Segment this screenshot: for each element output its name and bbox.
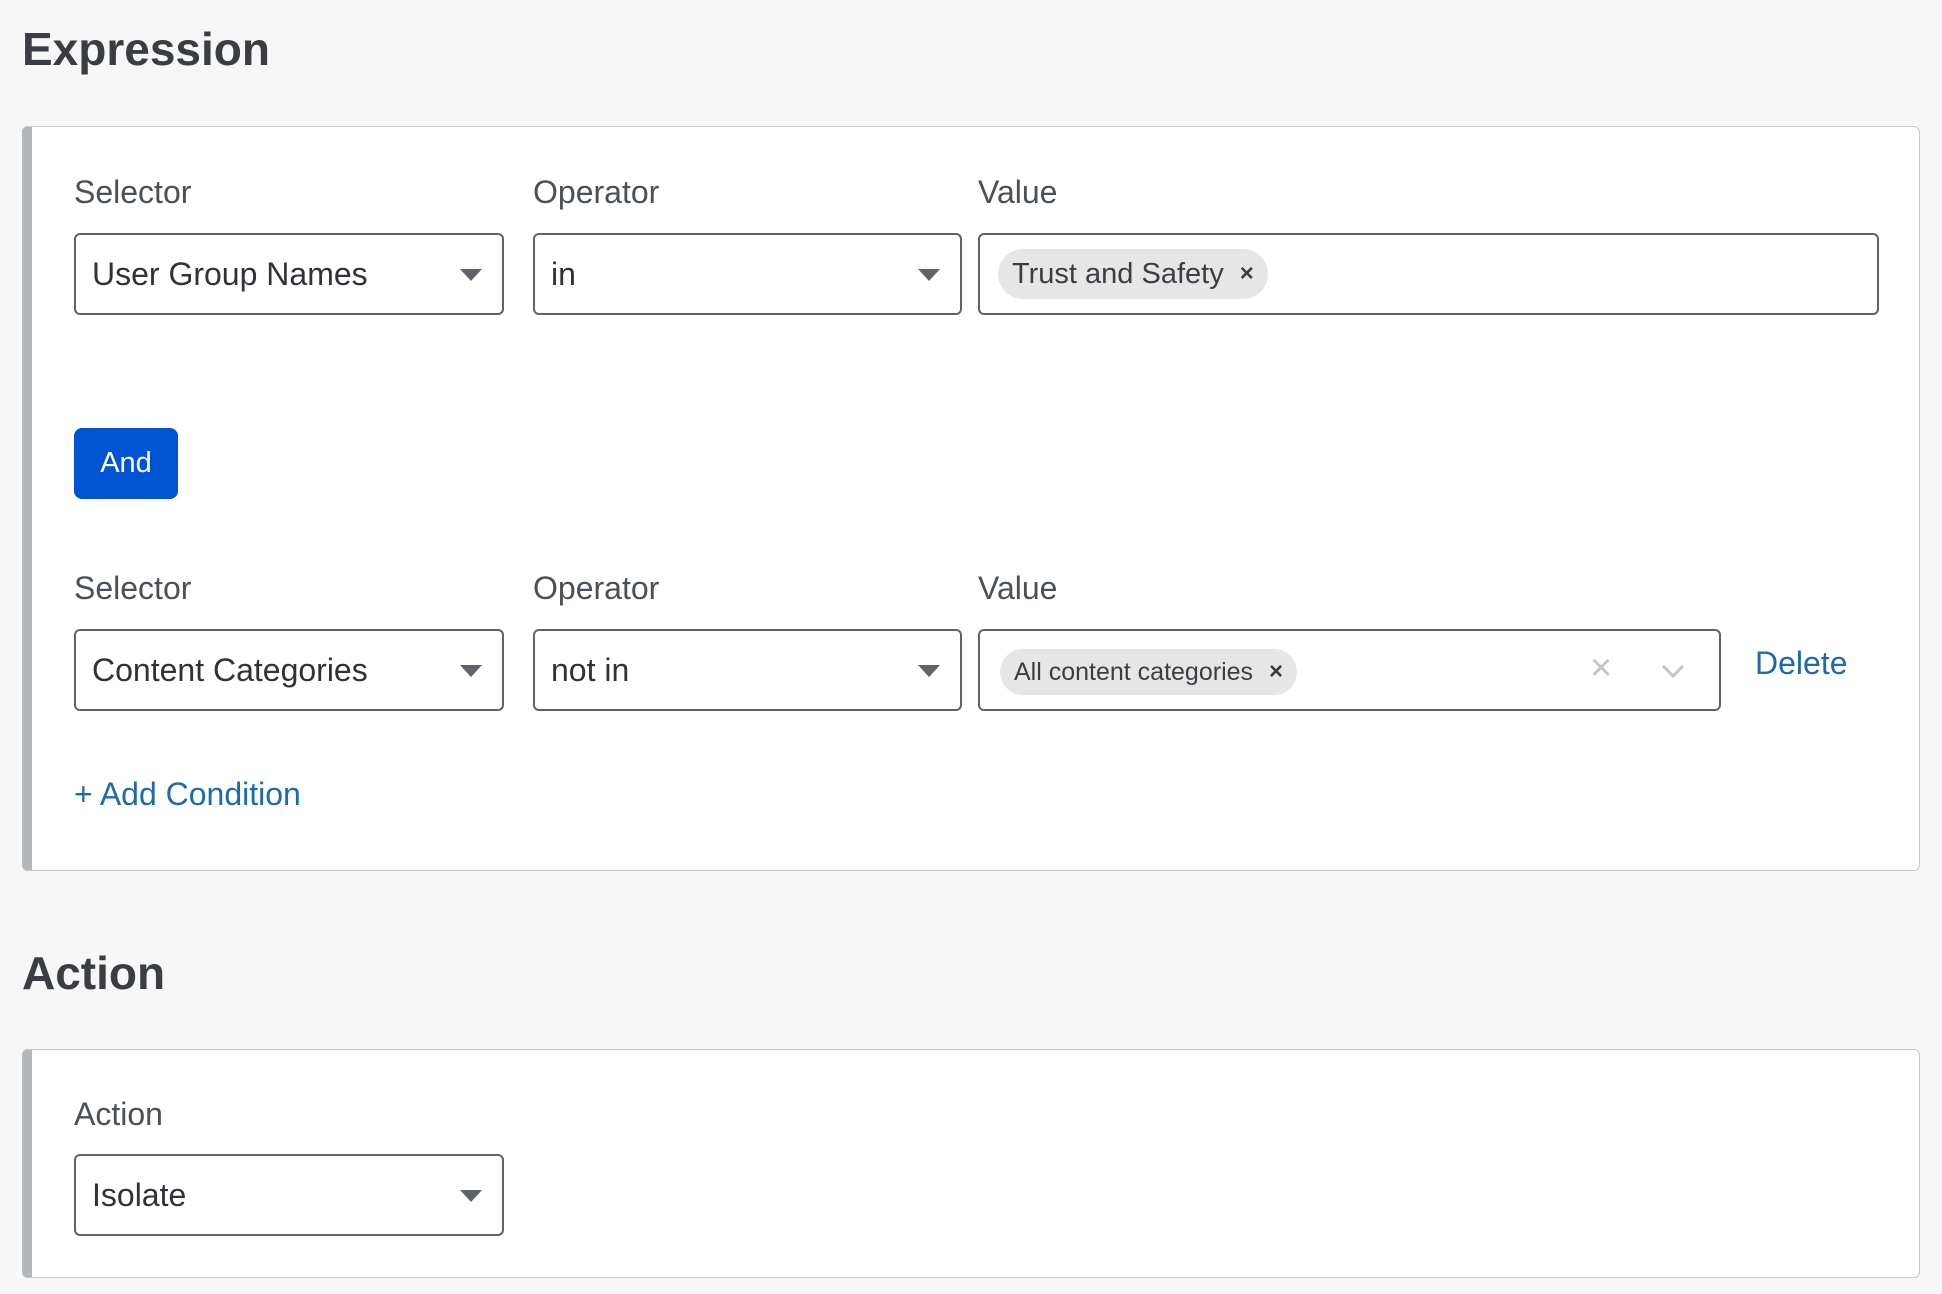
delete-condition-link[interactable]: Delete (1755, 645, 1848, 682)
value-chip: All content categories × (1000, 649, 1298, 695)
value-multiselect[interactable]: Trust and Safety × (978, 233, 1879, 315)
add-condition-link[interactable]: + Add Condition (74, 776, 301, 813)
caret-down-icon (460, 1190, 482, 1202)
selector-dropdown[interactable]: Content Categories (74, 629, 504, 711)
chip-label: Trust and Safety (1012, 257, 1224, 290)
remove-chip-icon[interactable]: × (1240, 260, 1254, 288)
operator-dropdown[interactable]: not in (533, 629, 962, 711)
clear-icon[interactable]: × (1590, 647, 1612, 690)
operator-value: in (551, 255, 576, 292)
caret-down-icon (918, 269, 940, 281)
operator-value: not in (551, 651, 630, 688)
selector-value: Content Categories (92, 651, 368, 688)
expression-title: Expression (22, 23, 270, 75)
action-title: Action (22, 947, 166, 999)
value-multiselect[interactable]: All content categories × × (978, 629, 1721, 711)
action-dropdown[interactable]: Isolate (74, 1154, 504, 1236)
chip-label: All content categories (1014, 657, 1254, 686)
action-label: Action (74, 1096, 163, 1132)
selector-value: User Group Names (92, 255, 368, 292)
selector-dropdown[interactable]: User Group Names (74, 233, 504, 315)
chevron-down-icon[interactable] (1660, 663, 1686, 679)
operator-label: Operator (533, 570, 660, 606)
remove-chip-icon[interactable]: × (1269, 658, 1283, 686)
caret-down-icon (918, 665, 940, 677)
operator-dropdown[interactable]: in (533, 233, 962, 315)
caret-down-icon (460, 665, 482, 677)
and-button[interactable]: And (74, 428, 178, 499)
value-chip: Trust and Safety × (998, 249, 1268, 299)
operator-label: Operator (533, 174, 660, 210)
selector-label: Selector (74, 174, 192, 210)
action-value: Isolate (92, 1176, 187, 1213)
value-label: Value (978, 174, 1058, 210)
caret-down-icon (460, 269, 482, 281)
selector-label: Selector (74, 570, 192, 606)
value-label: Value (978, 570, 1058, 606)
